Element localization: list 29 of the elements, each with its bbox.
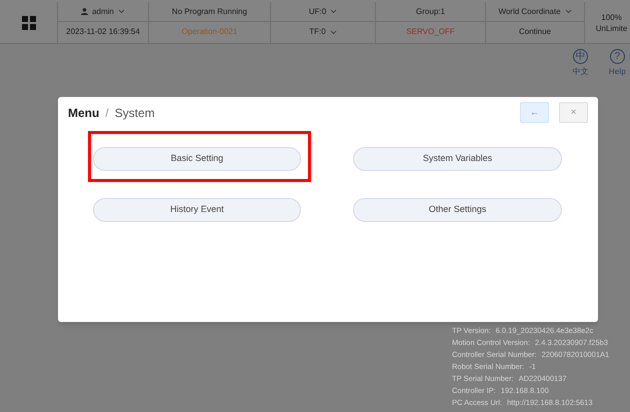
menu-button[interactable]: System Variables: [353, 146, 562, 171]
dialog-title: Menu: [68, 104, 100, 122]
toolbar-button[interactable]: 中 中文: [572, 49, 589, 78]
caret-icon: [564, 9, 572, 14]
menu-grid-icon[interactable]: [22, 16, 36, 30]
breadcrumb-separator: /: [105, 104, 109, 122]
toolbar-button[interactable]: ? Help: [608, 49, 626, 78]
program-status: No Program Running: [172, 6, 248, 18]
operation-name: Operation-0021: [182, 26, 238, 38]
coordinate-select[interactable]: World Coordinate: [498, 6, 561, 18]
back-button[interactable]: ←: [520, 102, 549, 123]
tool-frame[interactable]: TF:0: [309, 26, 326, 38]
limit-status: UnLimite: [596, 22, 628, 34]
menu-button[interactable]: Other Settings: [353, 198, 562, 222]
group-label: Group:1: [416, 6, 445, 18]
close-button[interactable]: ×: [559, 102, 588, 123]
user-frame[interactable]: UF:0: [308, 6, 326, 18]
caret-icon: [118, 9, 125, 14]
caret-icon: [330, 9, 338, 14]
caret-icon: [330, 30, 337, 34]
user-icon: [81, 8, 88, 15]
menu-button[interactable]: History Event: [93, 198, 301, 222]
menu-button[interactable]: Basic Setting: [93, 146, 301, 171]
user-name[interactable]: admin: [92, 6, 114, 18]
motion-mode: Continue: [518, 26, 552, 38]
servo-status: SERVO_OFF: [406, 26, 455, 38]
speed-value: 100%: [601, 12, 622, 22]
date-time: 2023-11-02 16:39:54: [66, 26, 140, 38]
dialog-subtitle: System: [114, 104, 155, 122]
